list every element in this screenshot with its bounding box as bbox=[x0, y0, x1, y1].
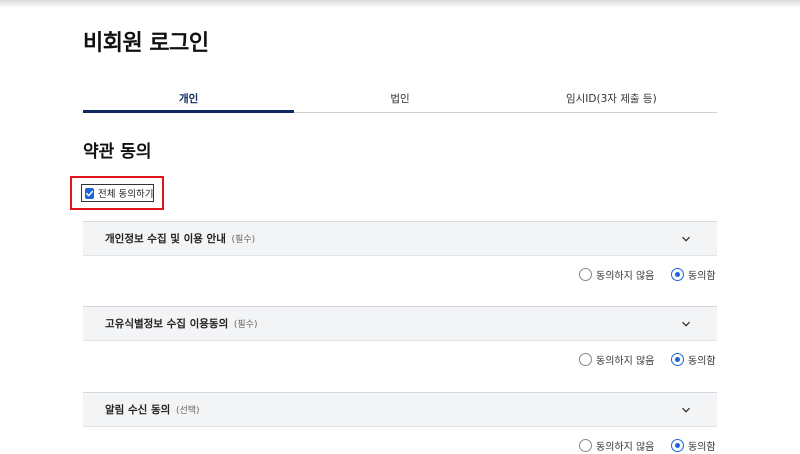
agree-radio[interactable]: 동의함 bbox=[671, 352, 716, 367]
top-shadow-line bbox=[0, 0, 800, 8]
agree-label: 동의함 bbox=[688, 442, 716, 453]
tab-temporary-id[interactable]: 임시ID(3자 제출 등) bbox=[506, 84, 717, 112]
agree-label: 동의함 bbox=[688, 271, 716, 282]
agree-radio[interactable]: 동의함 bbox=[671, 267, 716, 282]
radio-selected-icon[interactable] bbox=[671, 353, 684, 366]
term-required-tag: (필수) bbox=[231, 235, 256, 245]
term-consent-row: 동의하지 않음 동의함 bbox=[83, 438, 717, 454]
terms-section-title: 약관 동의 bbox=[83, 142, 152, 162]
disagree-label: 동의하지 않음 bbox=[596, 271, 655, 282]
tab-corporation[interactable]: 법인 bbox=[294, 84, 505, 112]
term-title: 고유식별정보 수집 이용동의 (필수) bbox=[105, 318, 258, 330]
term-optional-tag: (선택) bbox=[175, 406, 200, 416]
radio-selected-icon[interactable] bbox=[671, 268, 684, 281]
radio-circle-icon[interactable] bbox=[579, 268, 592, 281]
all-agree-label: 전체 동의하기 bbox=[98, 189, 154, 200]
tab-individual[interactable]: 개인 bbox=[83, 84, 295, 113]
radio-selected-icon[interactable] bbox=[671, 439, 684, 452]
check-icon[interactable] bbox=[85, 187, 94, 199]
agree-label: 동의함 bbox=[688, 356, 716, 367]
chevron-down-icon[interactable] bbox=[681, 405, 691, 415]
radio-circle-icon[interactable] bbox=[579, 439, 592, 452]
term-title: 개인정보 수집 및 이용 안내 (필수) bbox=[105, 233, 256, 245]
login-type-tabs: 개인 법인 임시ID(3자 제출 등) bbox=[83, 84, 717, 113]
page-title: 비회원 로그인 bbox=[83, 31, 209, 56]
all-agree-checkbox[interactable]: 전체 동의하기 bbox=[81, 184, 154, 202]
chevron-down-icon[interactable] bbox=[681, 234, 691, 244]
term-consent-row: 동의하지 않음 동의함 bbox=[83, 352, 717, 372]
term-required-tag: (필수) bbox=[233, 320, 258, 330]
term-header-unique-id[interactable]: 고유식별정보 수집 이용동의 (필수) bbox=[83, 306, 717, 341]
radio-circle-icon[interactable] bbox=[579, 353, 592, 366]
term-title: 알림 수신 동의 (선택) bbox=[105, 404, 200, 416]
disagree-label: 동의하지 않음 bbox=[596, 356, 655, 367]
disagree-label: 동의하지 않음 bbox=[596, 442, 655, 453]
all-agree-highlight-box: 전체 동의하기 bbox=[70, 176, 164, 210]
term-header-personal-info[interactable]: 개인정보 수집 및 이용 안내 (필수) bbox=[83, 221, 717, 256]
disagree-radio[interactable]: 동의하지 않음 bbox=[579, 438, 654, 453]
agree-radio[interactable]: 동의함 bbox=[671, 438, 716, 453]
disagree-radio[interactable]: 동의하지 않음 bbox=[579, 267, 654, 282]
disagree-radio[interactable]: 동의하지 않음 bbox=[579, 352, 654, 367]
chevron-down-icon[interactable] bbox=[681, 319, 691, 329]
term-consent-row: 동의하지 않음 동의함 bbox=[83, 267, 717, 287]
term-header-notification[interactable]: 알림 수신 동의 (선택) bbox=[83, 392, 717, 427]
